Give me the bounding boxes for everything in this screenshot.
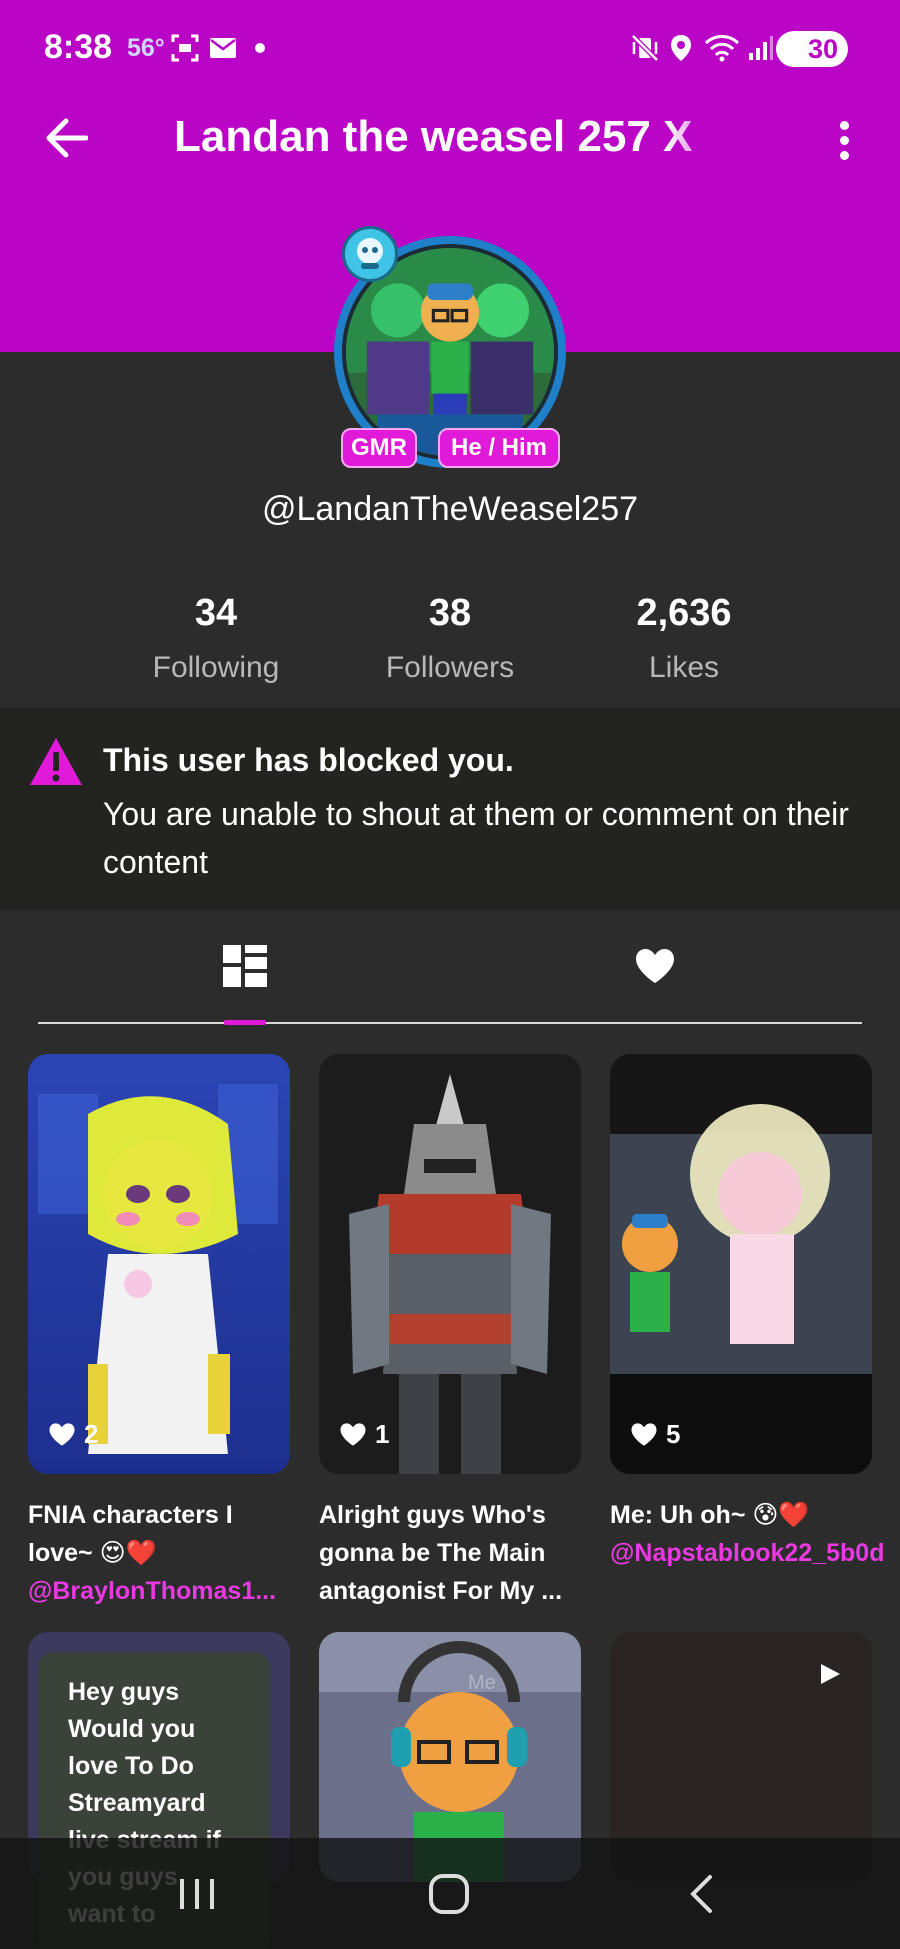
post-card[interactable]: 5 Me: Uh oh~ 😰❤️ @Napstablook22_5b0d (610, 1054, 884, 1572)
post-thumbnail: 1 (319, 1054, 581, 1474)
post-caption: Alright guys Who's gonna be The Main ant… (319, 1501, 563, 1605)
post-caption: Me: Uh oh~ 😰❤️ @Napstablook22_5b0d (610, 1496, 884, 1572)
mail-icon (206, 30, 240, 66)
tab-divider (38, 1022, 862, 1024)
caption-mention[interactable]: @BraylonThomas1... (28, 1577, 276, 1605)
screenshot-icon (168, 30, 202, 66)
post-thumbnail: 5 (610, 1054, 872, 1474)
profile-handle: @LandanTheWeasel257 (261, 490, 639, 528)
caption-text: FNIA characters I love~ 😍❤️ (28, 1501, 233, 1567)
status-temperature: 56° (127, 34, 165, 62)
dot-icon (250, 30, 270, 66)
signal-icon (746, 30, 776, 66)
blocked-message: You are unable to shout at them or comme… (103, 796, 849, 880)
tab-posts[interactable] (210, 936, 280, 996)
system-back-button[interactable] (666, 1864, 736, 1924)
stat-value: 34 (194, 592, 238, 634)
posts-grid-icon (223, 945, 267, 987)
post-likes: 1 (339, 1419, 389, 1450)
status-bar: 8:38 56° 30 (0, 0, 900, 96)
heart-icon (631, 1423, 657, 1446)
likes-heart-icon (636, 949, 674, 983)
caption-text: Me: Uh oh~ 😰❤️ (610, 1501, 810, 1529)
warning-icon (28, 736, 84, 793)
stat-following[interactable]: 34 Following (116, 592, 316, 685)
recents-icon (180, 1879, 214, 1909)
active-tab-indicator (224, 1020, 266, 1025)
post-caption: FNIA characters I love~ 😍❤️ @BraylonThom… (28, 1496, 290, 1610)
badge-gmr: GMR (341, 428, 417, 468)
caption-mention[interactable]: @Napstablook22_5b0d (610, 1539, 884, 1567)
mute-vibrate-icon (628, 30, 662, 66)
stat-label: Likes (648, 651, 720, 684)
battery-level: 30 (807, 33, 838, 64)
like-count: 2 (84, 1419, 99, 1449)
battery-icon: 30 (776, 31, 848, 67)
post-card[interactable]: 2 FNIA characters I love~ 😍❤️ @BraylonTh… (28, 1054, 290, 1610)
stat-label: Following (152, 651, 280, 684)
dot (839, 120, 849, 130)
home-icon (429, 1874, 469, 1914)
profile-badge-icon (342, 226, 398, 282)
dot (839, 150, 849, 160)
wifi-icon (702, 30, 742, 66)
stat-likes: 2,636 Likes (584, 592, 784, 685)
page-title: Landan the weasel 257 X (174, 112, 693, 161)
post-likes: 5 (630, 1419, 680, 1450)
home-button[interactable] (414, 1864, 484, 1924)
status-time: 8:38 (44, 28, 113, 66)
more-options-button[interactable] (820, 112, 868, 168)
badge-pronouns: He / Him (438, 428, 560, 468)
heart-icon (340, 1423, 366, 1446)
chevron-left-icon (690, 1875, 712, 1913)
recents-button[interactable] (162, 1864, 232, 1924)
arrow-left-icon (46, 118, 88, 158)
like-count: 1 (375, 1419, 390, 1449)
tab-liked[interactable] (620, 936, 690, 996)
thumb-label: Me (468, 1672, 496, 1694)
stat-value: 2,636 (636, 592, 732, 634)
location-icon (668, 30, 694, 66)
stat-label: Followers (385, 651, 515, 684)
heart-icon (49, 1423, 75, 1446)
stat-followers[interactable]: 38 Followers (350, 592, 550, 685)
post-likes: 2 (48, 1419, 98, 1450)
stat-value: 38 (428, 592, 472, 634)
post-thumbnail: 2 (28, 1054, 290, 1474)
blocked-title: This user has blocked you. (103, 742, 514, 778)
dot (839, 135, 849, 145)
back-button[interactable] (40, 112, 92, 164)
like-count: 5 (666, 1419, 681, 1449)
play-icon (821, 1664, 840, 1684)
post-card[interactable]: 1 Alright guys Who's gonna be The Main a… (319, 1054, 581, 1610)
